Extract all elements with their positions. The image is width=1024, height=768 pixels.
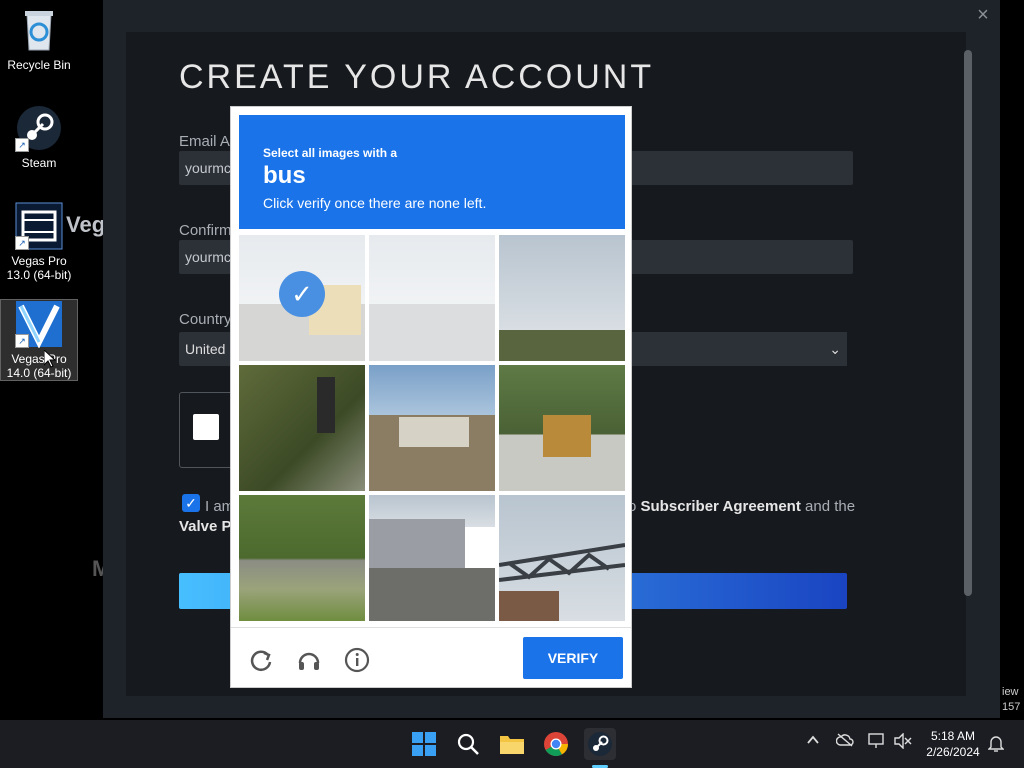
- close-icon[interactable]: ×: [972, 4, 994, 26]
- network-icon[interactable]: [868, 733, 886, 753]
- image-tile-8[interactable]: [369, 495, 495, 621]
- check-circle-icon: ✓: [279, 271, 325, 317]
- vegas13-label: Vegas Pro 13.0 (64-bit): [6, 254, 72, 282]
- image-tile-9[interactable]: [499, 495, 625, 621]
- agree-checkbox[interactable]: ✓: [182, 494, 200, 512]
- tile-sky: [369, 365, 495, 416]
- confirm-email-value: yourmc: [185, 249, 231, 265]
- agree-text-right: o Subscriber Agreement and the: [628, 498, 855, 515]
- tile-image: [239, 365, 365, 491]
- tile-ground: [369, 304, 495, 361]
- windows-start-icon[interactable]: [408, 728, 440, 760]
- tile-sky: [499, 235, 625, 330]
- image-tile-6[interactable]: [499, 365, 625, 491]
- agree-suffix: and the: [800, 498, 856, 515]
- file-explorer-icon[interactable]: [496, 728, 528, 760]
- country-value: United: [185, 341, 226, 357]
- steam-icon: ↗: [15, 104, 63, 152]
- recaptcha-challenge: Select all images with a bus Click verif…: [230, 106, 632, 688]
- tile-image: [239, 495, 365, 621]
- tile-ground: [369, 568, 495, 621]
- tile-sky: [369, 235, 495, 305]
- shortcut-arrow-icon: ↗: [15, 138, 29, 152]
- confirm-email-label: Confirm: [179, 222, 232, 239]
- challenge-footer-divider: [231, 627, 631, 628]
- chevron-up-icon[interactable]: [806, 733, 820, 751]
- reload-icon[interactable]: [247, 647, 275, 675]
- headphones-icon[interactable]: [295, 647, 323, 675]
- image-tile-4[interactable]: [239, 365, 365, 491]
- traffic-light-shape: [317, 377, 335, 433]
- recaptcha-checkbox[interactable]: [193, 414, 219, 440]
- taskbar: 5:18 AM 2/26/2024: [0, 720, 1024, 768]
- image-tile-5[interactable]: [369, 365, 495, 491]
- volume-muted-icon[interactable]: [894, 732, 912, 753]
- image-tile-7[interactable]: [239, 495, 365, 621]
- bus-shape: [543, 415, 591, 457]
- vegas-pro-13-icon: ↗: [15, 202, 63, 250]
- notification-bell-icon[interactable]: [987, 734, 1005, 756]
- verify-button[interactable]: VERIFY: [523, 637, 623, 679]
- tile-ground: [499, 591, 559, 621]
- country-label: Country: [179, 311, 232, 328]
- vegas14-label: Vegas Pro 14.0 (64-bit): [6, 352, 72, 380]
- steam-taskbar-icon[interactable]: [584, 728, 616, 760]
- chevron-down-icon: ⌄: [829, 341, 841, 357]
- image-tile-2[interactable]: [369, 235, 495, 361]
- scrollbar-thumb[interactable]: [964, 50, 972, 596]
- steam-label: Steam: [21, 156, 57, 170]
- tile-image: [369, 235, 495, 361]
- chrome-icon[interactable]: [540, 728, 572, 760]
- image-tile-3[interactable]: [499, 235, 625, 361]
- vegas-pro-14-icon: ↗: [15, 300, 63, 349]
- valve-privacy-link[interactable]: Valve Pr: [179, 518, 237, 535]
- clock-date: 2/26/2024: [926, 745, 980, 759]
- recycle-bin-label: Recycle Bin: [7, 58, 71, 72]
- shortcut-arrow-icon: ↗: [15, 236, 29, 250]
- desktop-icon-vegas14[interactable]: ↗ Vegas Pro 14.0 (64-bit): [0, 299, 78, 381]
- onedrive-icon[interactable]: [835, 733, 854, 751]
- recycle-bin-icon: [15, 6, 63, 54]
- country-select-dropdown[interactable]: ⌄: [629, 332, 847, 366]
- background-window-title-fragment: Veg: [66, 212, 106, 237]
- challenge-instruction: Select all images with a: [263, 146, 398, 160]
- page-title: CREATE YOUR ACCOUNT: [179, 58, 655, 96]
- house-shape: [399, 417, 469, 447]
- clock-time: 5:18 AM: [930, 729, 976, 743]
- challenge-header: Select all images with a bus Click verif…: [239, 115, 625, 229]
- background-edge-text: 157: [1002, 701, 1021, 713]
- desktop-icon-recycle-bin[interactable]: Recycle Bin: [1, 6, 77, 72]
- info-icon[interactable]: [343, 647, 371, 675]
- system-clock[interactable]: 5:18 AM 2/26/2024: [920, 728, 986, 760]
- shortcut-arrow-icon: ↗: [15, 334, 29, 348]
- building-shape: [369, 519, 465, 569]
- mouse-cursor-icon: [44, 350, 56, 368]
- challenge-subtext: Click verify once there are none left.: [263, 195, 487, 211]
- search-icon[interactable]: [452, 728, 484, 760]
- bridge-shape: [499, 543, 625, 582]
- email-value: yourmc: [185, 160, 231, 176]
- background-edge-text: iew: [1002, 686, 1019, 698]
- tile-ground: [499, 329, 625, 361]
- subscriber-agreement-link[interactable]: Subscriber Agreement: [641, 498, 801, 515]
- email-label: Email Ac: [179, 133, 238, 150]
- challenge-target: bus: [263, 162, 306, 189]
- desktop-icon-steam[interactable]: ↗ Steam: [1, 104, 77, 170]
- image-tile-1[interactable]: ✓: [239, 235, 365, 361]
